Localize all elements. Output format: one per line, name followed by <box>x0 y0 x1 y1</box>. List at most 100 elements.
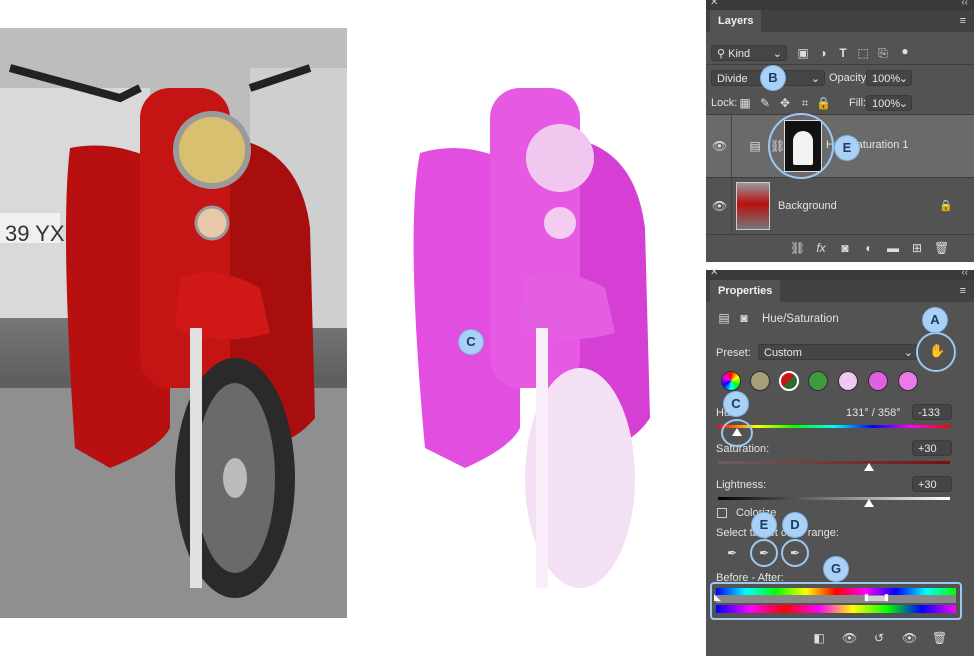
mask-highlight-ring <box>768 113 834 179</box>
greens-swatch[interactable] <box>808 371 828 391</box>
lock-brush-icon[interactable]: ✎ <box>758 96 772 110</box>
select-target-color-label: Select target color range: <box>716 527 839 539</box>
chevron-down-icon: ⌄ <box>772 48 782 60</box>
lock-icon: 🔒 <box>939 200 953 212</box>
range-indicator-track: ◣ ▮ ▮ <box>714 592 956 603</box>
adjustment-icon[interactable]: ▤ <box>717 311 731 325</box>
fill-label: Fill: <box>849 97 867 109</box>
hand-tool-highlight-ring <box>916 332 956 372</box>
hue-range-readout: 131° / 358° <box>846 407 901 419</box>
lock-transparent-icon[interactable]: ▦ <box>738 96 752 110</box>
lightness-slider-thumb[interactable] <box>864 499 874 507</box>
eyedropper-icon[interactable]: ✒ <box>725 546 739 560</box>
hue-value-field[interactable]: -133 <box>912 404 952 420</box>
lock-move-icon[interactable]: ✥ <box>778 96 792 110</box>
adjustment-layer-icon: ▤ <box>749 139 761 153</box>
callout-c-photo: C <box>459 330 483 354</box>
hue-thumb-highlight-ring <box>721 419 753 447</box>
red-scooter-image: 39 YX <box>0 28 347 618</box>
new-layer-icon[interactable]: ⊞ <box>910 241 924 255</box>
svg-text:39 YX: 39 YX <box>5 221 65 246</box>
reds-swatch-selected[interactable] <box>779 371 799 391</box>
close-icon[interactable]: ✕ <box>710 0 718 8</box>
filter-toggle-icon[interactable]: ● <box>898 44 912 58</box>
callout-g: G <box>824 557 848 581</box>
preset-label: Preset: <box>716 347 751 359</box>
eye-icon[interactable]: 👁 <box>712 139 727 153</box>
adjustment-title: Hue/Saturation <box>762 313 839 325</box>
hue-slider-track[interactable] <box>718 425 950 428</box>
range-handle-inner-right[interactable]: ▮ <box>884 592 889 603</box>
callout-e-layers: E <box>835 136 859 160</box>
magenta-scooter-image <box>350 28 704 618</box>
callout-e-properties: E <box>752 513 776 537</box>
fill-field[interactable]: 100% ⌄ <box>866 95 912 111</box>
range-handle-inner-left[interactable]: ▮ <box>864 592 869 603</box>
cyans-swatch[interactable] <box>838 371 858 391</box>
reset-icon[interactable]: ↺ <box>872 631 886 645</box>
layer-row-background[interactable]: 👁 Background 🔒 <box>706 178 974 234</box>
lightness-value-field[interactable]: +30 <box>912 476 952 492</box>
fx-icon[interactable]: fx <box>814 241 828 255</box>
blues-swatch[interactable] <box>868 371 888 391</box>
callout-d: D <box>783 513 807 537</box>
master-swatch[interactable] <box>721 371 741 391</box>
lightness-label: Lightness: <box>716 479 767 491</box>
saturation-slider-thumb[interactable] <box>864 463 874 471</box>
opacity-field[interactable]: 100% ⌄ <box>866 70 912 86</box>
lightness-slider-track[interactable] <box>718 497 950 500</box>
delete-icon[interactable]: 🗑 <box>932 631 947 645</box>
search-icon: ⚲ <box>717 48 726 60</box>
preset-select[interactable]: Custom ⌄ <box>758 344 918 360</box>
add-mask-icon[interactable]: ◙ <box>838 241 852 255</box>
layers-panel: ✕ ‹‹ Layers ≡ ⚲ Kind ⌄ ▣ ◑ T ⬚ ⎘ ● Divide… <box>706 0 974 262</box>
layer-name: Background <box>778 200 837 212</box>
chevron-down-icon: ⌄ <box>810 73 820 85</box>
background-thumbnail <box>736 182 770 230</box>
panel-menu-icon[interactable]: ≡ <box>960 285 966 297</box>
type-filter-icon[interactable]: T <box>836 46 850 60</box>
colorize-checkbox[interactable] <box>717 508 727 518</box>
link-layers-icon[interactable]: ⛓ <box>790 241 805 255</box>
lock-label: Lock: <box>711 97 738 109</box>
chevron-down-icon: ⌄ <box>903 347 913 359</box>
tab-properties[interactable]: Properties <box>710 280 781 302</box>
image-filter-icon[interactable]: ▣ <box>796 46 810 60</box>
shape-filter-icon[interactable]: ⬚ <box>856 46 870 60</box>
adjusted-photo: C <box>350 28 704 618</box>
visibility-icon[interactable]: 👁 <box>902 631 917 645</box>
new-adjustment-icon[interactable]: ◐ <box>862 241 876 255</box>
filter-kind-select[interactable]: ⚲ Kind ⌄ <box>711 45 787 61</box>
chevron-down-icon: ⌄ <box>898 73 908 85</box>
add-eyedropper-highlight-ring <box>750 539 778 567</box>
range-handle-left[interactable]: ◣ <box>714 592 721 603</box>
callout-b: B <box>761 66 785 90</box>
color-range-bars[interactable]: ◣ ▮ ▮ <box>710 582 962 620</box>
mask-icon[interactable]: ◙ <box>737 311 751 325</box>
lock-all-icon[interactable]: 🔒 <box>816 96 831 110</box>
subtract-eyedropper-highlight-ring <box>781 539 809 567</box>
smart-object-filter-icon[interactable]: ⎘ <box>876 46 890 60</box>
tab-layers[interactable]: Layers <box>710 10 762 32</box>
close-icon[interactable]: ✕ <box>710 267 718 278</box>
callout-a: A <box>923 308 947 332</box>
magentas-swatch[interactable] <box>898 371 918 391</box>
view-previous-icon[interactable]: 👁 <box>842 631 857 645</box>
clip-to-layer-icon[interactable]: ◧ <box>812 631 826 645</box>
callout-c-properties: C <box>724 392 748 416</box>
adjustment-filter-icon[interactable]: ◑ <box>816 46 830 60</box>
folder-icon[interactable]: ▬ <box>886 241 900 255</box>
collapse-icon[interactable]: ‹‹ <box>961 267 968 278</box>
trash-icon[interactable]: 🗑 <box>934 241 949 255</box>
collapse-icon[interactable]: ‹‹ <box>961 0 968 8</box>
after-color-bar <box>716 605 956 613</box>
saturation-value-field[interactable]: +30 <box>912 440 952 456</box>
lock-artboard-icon[interactable]: ⌗ <box>798 96 812 110</box>
original-photo: 39 YX <box>0 28 347 618</box>
opacity-label: Opacity: <box>829 72 870 84</box>
panel-menu-icon[interactable]: ≡ <box>960 15 966 27</box>
saturation-slider-track[interactable] <box>718 461 950 464</box>
yellows-swatch[interactable] <box>750 371 770 391</box>
eye-icon[interactable]: 👁 <box>712 199 727 213</box>
properties-toolbar: ◧ 👁 ↺ 👁 🗑 <box>706 623 974 653</box>
